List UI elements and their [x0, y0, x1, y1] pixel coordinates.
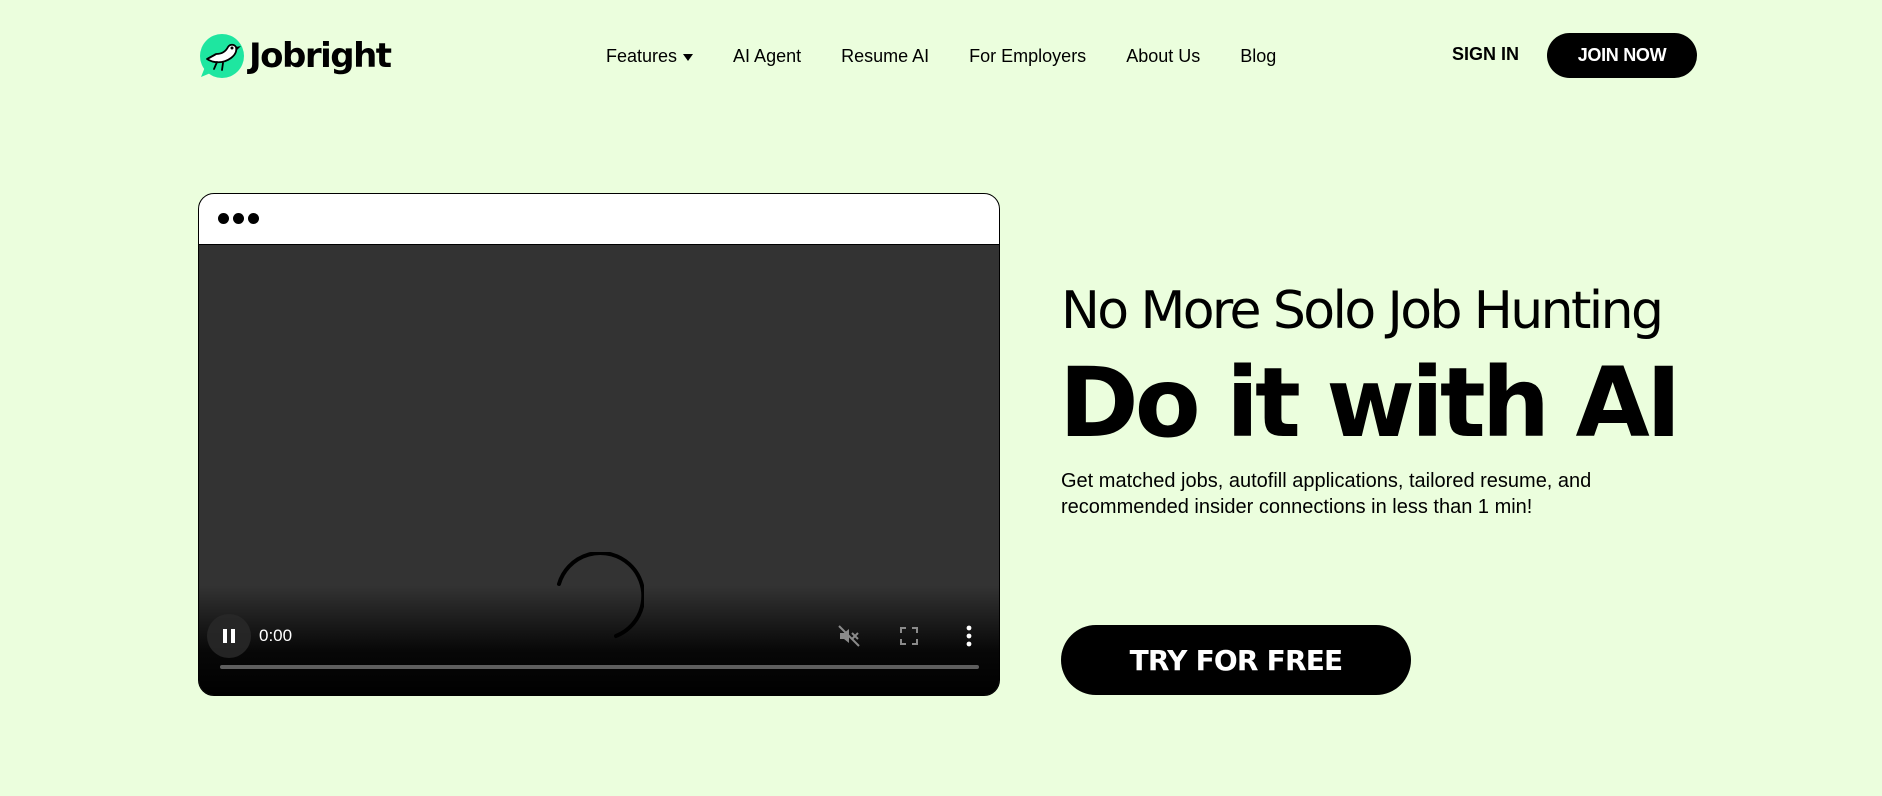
nav-item-label: About Us — [1126, 45, 1201, 66]
nav-item-label: For Employers — [969, 45, 1087, 66]
window-dot — [248, 213, 259, 224]
pause-icon — [223, 629, 235, 643]
bird-logo-icon — [200, 34, 244, 78]
fullscreen-icon — [900, 627, 918, 645]
nav-item-for-employers[interactable]: For Employers — [969, 46, 1086, 67]
nav-item-ai-agent[interactable]: AI Agent — [733, 46, 801, 67]
nav-item-label: Features — [606, 45, 678, 66]
window-dot — [233, 213, 244, 224]
more-vertical-icon — [966, 625, 972, 647]
sign-in-link[interactable]: SIGN IN — [1452, 44, 1519, 65]
hero-headline: No More Solo Job Hunting — [1061, 281, 1664, 341]
caret-down-icon — [683, 53, 694, 61]
nav-item-about-us[interactable]: About Us — [1126, 46, 1200, 67]
main-nav: Features AI Agent Resume AI For Employer… — [606, 44, 1276, 68]
browser-window-bar — [199, 194, 999, 245]
nav-item-label: Resume AI — [841, 45, 930, 66]
hero-description: Get matched jobs, autofill applications,… — [1061, 470, 1592, 518]
logo-link[interactable]: Jobright — [199, 32, 392, 80]
window-dot — [218, 213, 229, 224]
nav-item-label: AI Agent — [733, 45, 802, 66]
volume-muted-icon — [838, 625, 860, 647]
pause-button[interactable] — [207, 614, 251, 658]
window-dots — [218, 213, 263, 224]
loading-spinner-icon — [557, 552, 644, 638]
hero-title: Do it with AI — [1059, 347, 1682, 459]
fullscreen-button[interactable] — [895, 622, 923, 650]
more-options-button[interactable] — [955, 622, 983, 650]
nav-item-label: Blog — [1240, 45, 1277, 66]
video-progress-bar[interactable] — [220, 665, 979, 669]
try-for-free-button[interactable]: TRY FOR FREE — [1061, 625, 1411, 695]
nav-item-blog[interactable]: Blog — [1240, 46, 1276, 67]
join-now-button[interactable]: JOIN NOW — [1547, 33, 1697, 78]
nav-item-features[interactable]: Features — [606, 45, 694, 67]
site-header: Jobright Features AI Agent Resume AI For… — [0, 0, 1882, 112]
nav-item-resume-ai[interactable]: Resume AI — [841, 46, 929, 67]
demo-video-card: 0:00 — [198, 193, 1000, 696]
brand-name: Jobright — [249, 36, 392, 76]
mute-toggle-button[interactable] — [835, 622, 863, 650]
video-time: 0:00 — [259, 626, 293, 645]
